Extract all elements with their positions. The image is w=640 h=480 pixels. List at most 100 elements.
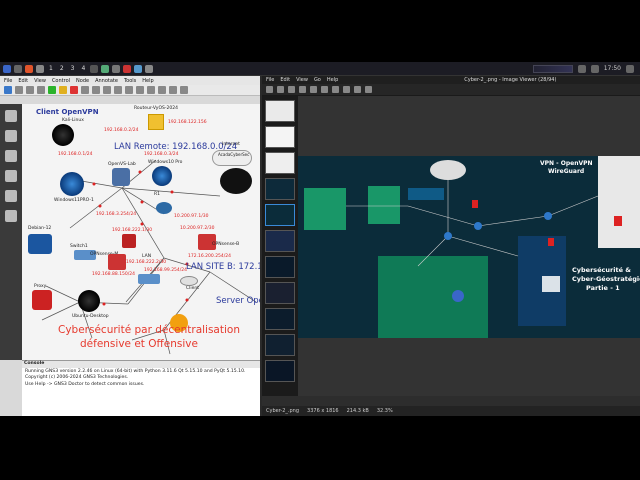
- routers-icon[interactable]: [5, 110, 17, 122]
- all-devices-icon[interactable]: [5, 190, 17, 202]
- lock-icon[interactable]: [147, 86, 155, 94]
- save-icon[interactable]: [26, 86, 34, 94]
- next-icon[interactable]: [277, 86, 284, 93]
- menu-control[interactable]: Control: [52, 78, 70, 84]
- kali-node[interactable]: [52, 124, 74, 146]
- menu-annotate[interactable]: Annotate: [95, 78, 118, 84]
- acadacybersec-node[interactable]: [220, 168, 252, 194]
- window-icon-4[interactable]: [123, 64, 132, 73]
- fit-icon[interactable]: [332, 86, 339, 93]
- diagram-graphics: [304, 156, 640, 338]
- firewall-icon[interactable]: [122, 234, 136, 248]
- power-icon[interactable]: [626, 64, 634, 73]
- viewer-menu-file[interactable]: File: [266, 77, 274, 83]
- thumbnail[interactable]: [265, 230, 295, 252]
- r1-node[interactable]: [156, 202, 172, 214]
- topology-canvas[interactable]: Client OpenVPN Kali-Linux Routeur-VyOS-2…: [22, 104, 260, 360]
- app-menu-icon[interactable]: [3, 64, 11, 73]
- thumbnail[interactable]: [265, 152, 295, 174]
- gns3-menubar: File Edit View Control Node Annotate Too…: [0, 76, 260, 85]
- first-icon[interactable]: [288, 86, 295, 93]
- volume-icon[interactable]: [590, 64, 599, 73]
- debian-node[interactable]: [28, 234, 52, 254]
- open-icon[interactable]: [15, 86, 23, 94]
- last-icon[interactable]: [299, 86, 306, 93]
- end-devices-icon[interactable]: [5, 150, 17, 162]
- thumbnail[interactable]: [265, 178, 295, 200]
- line-icon[interactable]: [136, 86, 144, 94]
- security-devices-icon[interactable]: [5, 170, 17, 182]
- delete-icon[interactable]: [365, 86, 372, 93]
- note-icon[interactable]: [92, 86, 100, 94]
- lan-site-b-label: LAN SITE B: 172.16: [186, 262, 260, 272]
- thumbnail[interactable]: [265, 282, 295, 304]
- stop-icon[interactable]: [70, 86, 78, 94]
- win10-node[interactable]: [152, 166, 172, 186]
- network-graph: [532, 64, 573, 73]
- viewer-menu-edit[interactable]: Edit: [280, 77, 290, 83]
- workspace-4[interactable]: 4: [81, 65, 85, 72]
- r1-label: R1: [154, 192, 160, 197]
- openvs-switch-node[interactable]: [112, 168, 130, 186]
- reload-icon[interactable]: [81, 86, 89, 94]
- thumbnail[interactable]: [265, 126, 295, 148]
- thumbnail[interactable]: [265, 100, 295, 122]
- menu-edit[interactable]: Edit: [18, 78, 28, 84]
- rotate-left-icon[interactable]: [343, 86, 350, 93]
- tray-icon[interactable]: [577, 64, 586, 73]
- thumbnail[interactable]: [265, 334, 295, 356]
- workspace-3[interactable]: 3: [71, 65, 75, 72]
- prev-icon[interactable]: [266, 86, 273, 93]
- thumbnail-selected[interactable]: [265, 204, 295, 226]
- thumbnail[interactable]: [265, 308, 295, 330]
- pause-icon[interactable]: [59, 86, 67, 94]
- files-icon[interactable]: [14, 64, 22, 73]
- picture-icon[interactable]: [103, 86, 111, 94]
- zoom-in-icon[interactable]: [310, 86, 317, 93]
- window-icon-2[interactable]: [101, 64, 110, 73]
- viewer-menu-view[interactable]: View: [296, 77, 308, 83]
- window-icon-1[interactable]: [90, 64, 99, 73]
- terminal-icon[interactable]: [36, 64, 44, 73]
- window-icon-6[interactable]: [145, 64, 154, 73]
- opnsense-m-node[interactable]: [108, 254, 126, 270]
- viewer-menu-help[interactable]: Help: [327, 77, 338, 83]
- window-icon-5[interactable]: [134, 64, 143, 73]
- screenshot-icon[interactable]: [180, 86, 188, 94]
- rotate-right-icon[interactable]: [354, 86, 361, 93]
- zoom-out-icon[interactable]: [169, 86, 177, 94]
- terminal-icon[interactable]: [37, 86, 45, 94]
- clock[interactable]: 17:50: [604, 65, 621, 72]
- ip-top-right: 192.168.122.156: [168, 120, 207, 125]
- new-project-icon[interactable]: [4, 86, 12, 94]
- ellipse-icon[interactable]: [125, 86, 133, 94]
- workspace-1[interactable]: 1: [49, 65, 53, 72]
- proxy-node[interactable]: [32, 290, 52, 310]
- win11-node[interactable]: [60, 172, 84, 196]
- image-display-area[interactable]: VPN - OpenVPN WireGuard Cybersécurité & …: [298, 96, 640, 396]
- client-node[interactable]: [180, 276, 198, 286]
- vpn-title-line2: WireGuard: [548, 168, 585, 175]
- switches-icon[interactable]: [5, 130, 17, 142]
- client-openvpn-label: Client OpenVPN: [36, 108, 99, 116]
- zoom-out-icon[interactable]: [321, 86, 328, 93]
- menu-tools[interactable]: Tools: [124, 78, 136, 84]
- start-icon[interactable]: [48, 86, 56, 94]
- ubuntu-node[interactable]: [78, 290, 100, 312]
- vyos-router-node[interactable]: [148, 114, 164, 130]
- gns3-console[interactable]: Console Running GNS3 version 2.2.46 on L…: [22, 360, 260, 416]
- viewer-menu-go[interactable]: Go: [314, 77, 321, 83]
- thumbnail[interactable]: [265, 360, 295, 382]
- browser-icon[interactable]: [25, 64, 33, 73]
- rectangle-icon[interactable]: [114, 86, 122, 94]
- menu-view[interactable]: View: [34, 78, 46, 84]
- menu-help[interactable]: Help: [142, 78, 153, 84]
- thumbnail[interactable]: [265, 256, 295, 278]
- zoom-in-icon[interactable]: [158, 86, 166, 94]
- menu-node[interactable]: Node: [76, 78, 89, 84]
- link-icon[interactable]: [5, 210, 17, 222]
- workspace-2[interactable]: 2: [60, 65, 64, 72]
- menu-file[interactable]: File: [4, 78, 12, 84]
- lan-switch-node[interactable]: [138, 274, 160, 284]
- window-icon-3[interactable]: [112, 64, 121, 73]
